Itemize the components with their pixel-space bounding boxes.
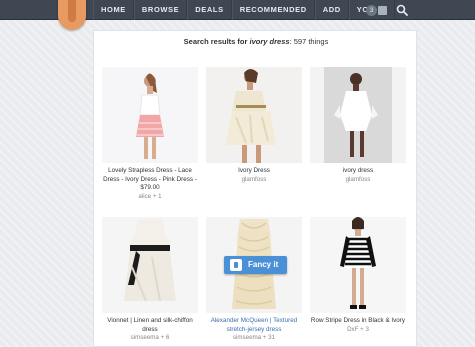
list-item[interactable]: ivory dress glamfoss <box>310 67 406 184</box>
list-item[interactable]: Vionnet | Linen and silk-chiffon dress s… <box>102 217 198 342</box>
item-image[interactable] <box>102 217 198 313</box>
item-image[interactable] <box>310 67 406 163</box>
list-item[interactable]: Row Stripe Dress in Black & Ivory DxF + … <box>310 217 406 334</box>
fancy-it-button[interactable]: Fancy it <box>224 256 287 274</box>
item-meta[interactable]: simseema + 6 <box>102 334 198 342</box>
item-image[interactable] <box>206 67 302 163</box>
item-caption[interactable]: Ivory Dress <box>206 167 302 176</box>
item-meta[interactable]: glamfoss <box>310 176 406 184</box>
list-item[interactable]: Lovely Strapless Dress - Lace Dress - Iv… <box>102 67 198 201</box>
results-heading: Search results for ivory dress: 597 thin… <box>94 37 418 46</box>
item-caption[interactable]: Vionnet | Linen and silk-chiffon dress <box>102 317 198 334</box>
item-meta[interactable]: alice + 1 <box>102 193 198 201</box>
item-meta[interactable]: glamfoss <box>206 176 302 184</box>
item-image[interactable] <box>310 217 406 313</box>
nav-deals[interactable]: DEALS <box>187 0 232 20</box>
results-panel: Search results for ivory dress: 597 thin… <box>93 30 417 347</box>
item-caption[interactable]: Row Stripe Dress in Black & Ivory <box>310 317 406 326</box>
fancy-tag-icon <box>230 259 242 271</box>
nav-add[interactable]: ADD <box>314 0 349 20</box>
item-caption[interactable]: ivory dress <box>310 167 406 176</box>
logo-mark <box>68 0 76 22</box>
nav-browse[interactable]: BROWSE <box>133 0 188 20</box>
item-caption[interactable]: Alexander McQueen | Textured stretch-jer… <box>206 317 302 334</box>
main-nav: HOME BROWSE DEALS RECOMMENDED ADD YOU <box>93 0 395 20</box>
notification-badge[interactable]: 3 <box>366 5 377 16</box>
item-caption[interactable]: Lovely Strapless Dress - Lace Dress - Iv… <box>102 167 198 193</box>
list-item[interactable]: Ivory Dress glamfoss <box>206 67 302 184</box>
list-item[interactable]: Alexander McQueen | Textured stretch-jer… <box>206 217 302 342</box>
results-count: : 597 things <box>289 37 329 46</box>
nav-recommended[interactable]: RECOMMENDED <box>231 0 315 20</box>
fancy-it-label: Fancy it <box>248 260 279 269</box>
results-prefix: Search results for <box>183 37 248 46</box>
avatar <box>377 5 387 15</box>
item-image[interactable] <box>102 67 198 163</box>
search-icon[interactable] <box>396 4 408 16</box>
results-query: ivory dress <box>249 37 290 46</box>
item-meta[interactable]: simseema + 31 <box>206 334 302 342</box>
item-meta[interactable]: DxF + 3 <box>310 326 406 334</box>
site-logo[interactable] <box>58 0 86 30</box>
nav-home[interactable]: HOME <box>93 0 134 20</box>
